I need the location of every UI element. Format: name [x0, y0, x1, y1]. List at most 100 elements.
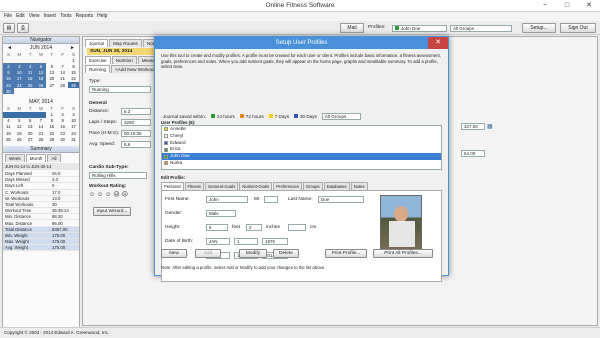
menu-help[interactable]: Help [97, 13, 107, 19]
menu-edit[interactable]: Edit [16, 13, 25, 19]
profile-color-icon [395, 26, 399, 30]
cardio-select[interactable]: Rolling Hills [89, 172, 147, 179]
profile-list-item[interactable]: Erica [162, 146, 441, 153]
minimize-icon[interactable]: − [534, 0, 556, 11]
menu-view[interactable]: View [29, 13, 40, 19]
height-inches-select[interactable]: 2 [246, 224, 262, 231]
frown-icon[interactable]: ☹ [122, 192, 130, 198]
group-select[interactable]: All Groups [450, 25, 512, 32]
height-cm-field[interactable] [288, 224, 306, 231]
calendar-day [14, 88, 25, 94]
tab-fitness[interactable]: Fitness [184, 182, 205, 190]
calendar-day[interactable]: 31 [68, 136, 79, 142]
calendar-day[interactable]: 26 [14, 136, 25, 142]
height-feet-select[interactable]: 6 [206, 224, 228, 231]
tab-nutrient-goals[interactable]: Nutrient-Goals [239, 182, 273, 190]
tab-journal[interactable]: Journal [85, 39, 109, 47]
delete-button[interactable]: Delete [273, 249, 299, 258]
open-icon[interactable]: ▤ [3, 23, 15, 33]
profile-color-icon [164, 161, 168, 166]
tab-summary-month[interactable]: Month [25, 154, 47, 163]
tab-running[interactable]: Running [85, 65, 111, 73]
last-name-field[interactable]: Doe [318, 196, 364, 203]
mi-field[interactable] [264, 196, 278, 203]
close-icon[interactable]: ✕ [578, 0, 600, 11]
dialog-group-select[interactable]: All Groups [321, 112, 362, 120]
calendar-day[interactable]: 25 [3, 136, 14, 142]
gender-select[interactable]: Male [206, 210, 236, 217]
profile-photo[interactable] [380, 195, 422, 251]
menu-reports[interactable]: Reports [76, 13, 94, 19]
mail-button[interactable]: Mail [340, 23, 364, 33]
right-field-2[interactable]: 54.00 [461, 150, 485, 157]
first-name-label: First Name: [165, 197, 190, 202]
smiley-icon[interactable]: ☺ [89, 192, 97, 198]
tab-personal[interactable]: Personal [161, 182, 184, 190]
input-wizard-button[interactable]: Input Wizard... [93, 207, 131, 216]
type-select[interactable]: Running [89, 86, 151, 93]
profile-color-icon [164, 134, 168, 139]
setup-button[interactable]: Setup... [522, 23, 556, 33]
calendar-day[interactable]: 30 [3, 88, 14, 95]
dob-year-select[interactable]: 1976 [262, 238, 288, 245]
tab-map-routes[interactable]: Map Routes [109, 39, 142, 47]
sign-out-button[interactable]: Sign Out [560, 23, 596, 33]
field-input[interactable]: 6.2 [121, 108, 151, 115]
profile-list-item[interactable]: John Doe [162, 153, 441, 160]
dob-day-select[interactable]: 1 [234, 238, 258, 245]
dialog-title-text: Setup User Profiles [275, 40, 328, 46]
print-profile-button[interactable]: Print Profile... [325, 249, 367, 258]
calendar-day[interactable]: 27 [25, 136, 36, 142]
profile-select[interactable]: John Doe [392, 25, 447, 32]
print-icon[interactable]: ⎙ [17, 23, 29, 33]
next-month-icon[interactable]: ► [70, 45, 75, 51]
profile-name: Nurka [170, 159, 183, 165]
profile-color-icon [164, 154, 168, 159]
tab-summary-week[interactable]: Week [5, 154, 25, 163]
profile-list-item[interactable]: Annette [162, 126, 441, 133]
dob-month-select[interactable]: JAN [206, 238, 230, 245]
calendar-day[interactable]: 29 [46, 136, 57, 142]
print-all-profiles-button[interactable]: Print All Profiles... [373, 249, 433, 258]
subtab-1[interactable]: Nutrition [111, 56, 137, 64]
tab-groups[interactable]: Groups [302, 182, 323, 190]
profile-list-item[interactable]: Edward [162, 140, 441, 147]
calendar-day [46, 88, 57, 94]
frown-icon[interactable]: ☹ [113, 192, 121, 198]
modify-button[interactable]: Modify [239, 249, 267, 258]
subtab-0[interactable]: Exercise [85, 56, 111, 64]
tab-summary-all[interactable]: All [47, 154, 61, 163]
tab-notes[interactable]: Notes [350, 182, 368, 190]
tab-general-goals[interactable]: General-Goals [205, 182, 239, 190]
menu-tools[interactable]: Tools [60, 13, 72, 19]
profile-list-item[interactable]: Cheryl [162, 133, 441, 140]
tab-preferences[interactable]: Preferences [273, 182, 302, 190]
summary-range: JUN-01-14 to JUN-30-14 [3, 163, 79, 171]
tab-databases[interactable]: Databases [323, 182, 350, 190]
menu-insert[interactable]: Insert [43, 13, 56, 19]
new-button[interactable]: New [161, 249, 187, 258]
summary-value: 175.00 [49, 244, 79, 252]
menu-file[interactable]: File [4, 13, 12, 19]
maximize-icon[interactable]: □ [556, 0, 578, 11]
menu-bar: File Edit View Insert Tools Reports Help [0, 12, 600, 21]
first-name-field[interactable]: John [206, 196, 248, 203]
calendar-day[interactable]: 30 [57, 136, 68, 142]
journal-date: SUN, JUN 29, 2014 [87, 48, 157, 55]
field-input[interactable]: 3250 [121, 119, 151, 126]
prev-month-icon[interactable]: ◄ [7, 45, 12, 51]
calendar-icon[interactable]: ▦ [487, 123, 493, 130]
dialog-close-icon[interactable]: ✕ [428, 37, 448, 49]
rating-faces[interactable]: ☺☺☺☹☹ [89, 191, 130, 198]
mi-label: MI: [254, 197, 261, 202]
field-input[interactable]: 00:10:30 [121, 130, 151, 137]
photo-face [394, 206, 408, 222]
profiles-list[interactable]: Annette Cheryl Edward Erica John Doe Nurka [161, 125, 442, 170]
profile-list-item[interactable]: Nurka [162, 160, 441, 167]
navigator-panel: Navigator ◄ JUN 2014 ► S M T W T F S 1 2 3 4 5 6 7 8 9 10 1… [2, 36, 80, 328]
field-input[interactable]: 5.6 [121, 141, 151, 148]
profile-select-value: John Doe [401, 26, 421, 31]
right-field-1[interactable]: 327.00 [461, 123, 485, 130]
calendar-day[interactable]: 28 [36, 136, 47, 142]
legend-swatch [268, 113, 273, 118]
